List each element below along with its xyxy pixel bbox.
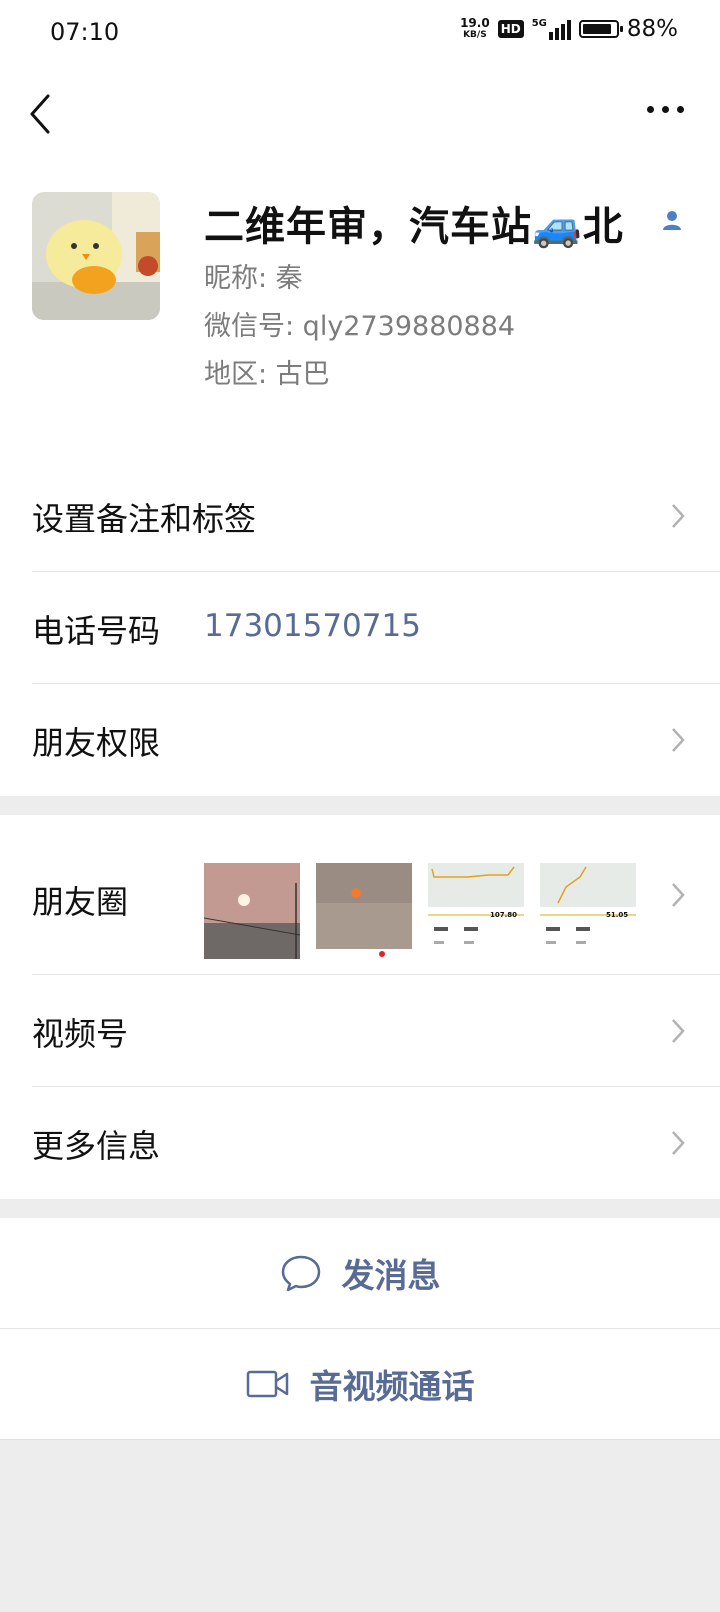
network-speed-value: 19.0 bbox=[460, 16, 490, 30]
divider bbox=[0, 1439, 720, 1440]
video-camera-icon bbox=[246, 1370, 288, 1398]
moments-thumb-route-map-2: 51.05 bbox=[540, 863, 636, 959]
battery-percent: 88% bbox=[626, 16, 678, 42]
wechat-id: 微信号: qly2739880884 bbox=[204, 311, 516, 342]
send-message-button[interactable]: 发消息 bbox=[0, 1218, 720, 1328]
row-friend-permissions[interactable]: 朋友权限 bbox=[0, 684, 720, 796]
row-moments[interactable]: 朋友圈 107.80 51.05 bbox=[0, 815, 720, 975]
nickname: 昵称: 秦 bbox=[204, 263, 303, 294]
signal-icon: 5G bbox=[532, 18, 571, 40]
row-friend-permissions-label: 朋友权限 bbox=[32, 724, 161, 762]
network-speed-unit: KB/S bbox=[463, 30, 487, 40]
nav-bar bbox=[0, 64, 720, 164]
chevron-right-icon bbox=[672, 1131, 685, 1155]
display-name: 二维年审，汽车站🚙北 bbox=[204, 204, 624, 250]
status-indicators: 19.0 KB/S HD 5G 88% bbox=[460, 16, 678, 42]
avatar-image bbox=[32, 192, 160, 320]
region: 地区: 古巴 bbox=[204, 359, 330, 390]
avatar[interactable] bbox=[32, 192, 160, 320]
network-speed: 19.0 KB/S bbox=[460, 17, 490, 41]
row-moments-label: 朋友圈 bbox=[32, 883, 129, 921]
hd-icon: HD bbox=[497, 20, 524, 38]
route-distance-2: 51.05 bbox=[606, 911, 629, 919]
chevron-left-icon[interactable] bbox=[28, 92, 52, 136]
more-dots-icon[interactable] bbox=[647, 106, 684, 113]
moments-thumb-sunset-2 bbox=[316, 863, 412, 959]
row-more-info[interactable]: 更多信息 bbox=[0, 1087, 720, 1199]
contact-person-icon bbox=[663, 211, 681, 230]
row-phone: 电话号码 17301570715 bbox=[0, 572, 720, 684]
video-call-button[interactable]: 音视频通话 bbox=[0, 1329, 720, 1439]
chevron-right-icon bbox=[672, 504, 685, 528]
battery-fill bbox=[582, 24, 611, 34]
moments-thumb-route-map-1: 107.80 bbox=[428, 863, 524, 959]
route-distance-1: 107.80 bbox=[490, 911, 518, 919]
row-phone-label: 电话号码 bbox=[32, 612, 161, 650]
chevron-right-icon bbox=[672, 728, 685, 752]
status-bar: 07:10 19.0 KB/S HD 5G 88% bbox=[0, 0, 720, 64]
chevron-right-icon bbox=[672, 1019, 685, 1043]
row-more-info-label: 更多信息 bbox=[32, 1127, 161, 1165]
chat-bubble-icon bbox=[281, 1255, 320, 1292]
row-channels[interactable]: 视频号 bbox=[0, 975, 720, 1087]
row-channels-label: 视频号 bbox=[32, 1015, 129, 1053]
chevron-right-icon bbox=[672, 883, 685, 907]
moments-thumb-sunset-1 bbox=[204, 863, 300, 959]
phone-number-link[interactable]: 17301570715 bbox=[204, 608, 421, 644]
network-type: 5G bbox=[531, 18, 547, 29]
profile-header: 二维年审，汽车站🚙北 昵称: 秦 微信号: qly2739880884 地区: … bbox=[0, 164, 720, 464]
battery-icon bbox=[578, 20, 623, 38]
row-remark-tags-label: 设置备注和标签 bbox=[32, 500, 257, 538]
row-remark-tags[interactable]: 设置备注和标签 bbox=[0, 460, 720, 572]
video-call-label: 音视频通话 bbox=[309, 1367, 475, 1406]
status-time: 07:10 bbox=[50, 18, 120, 46]
send-message-label: 发消息 bbox=[341, 1256, 441, 1295]
